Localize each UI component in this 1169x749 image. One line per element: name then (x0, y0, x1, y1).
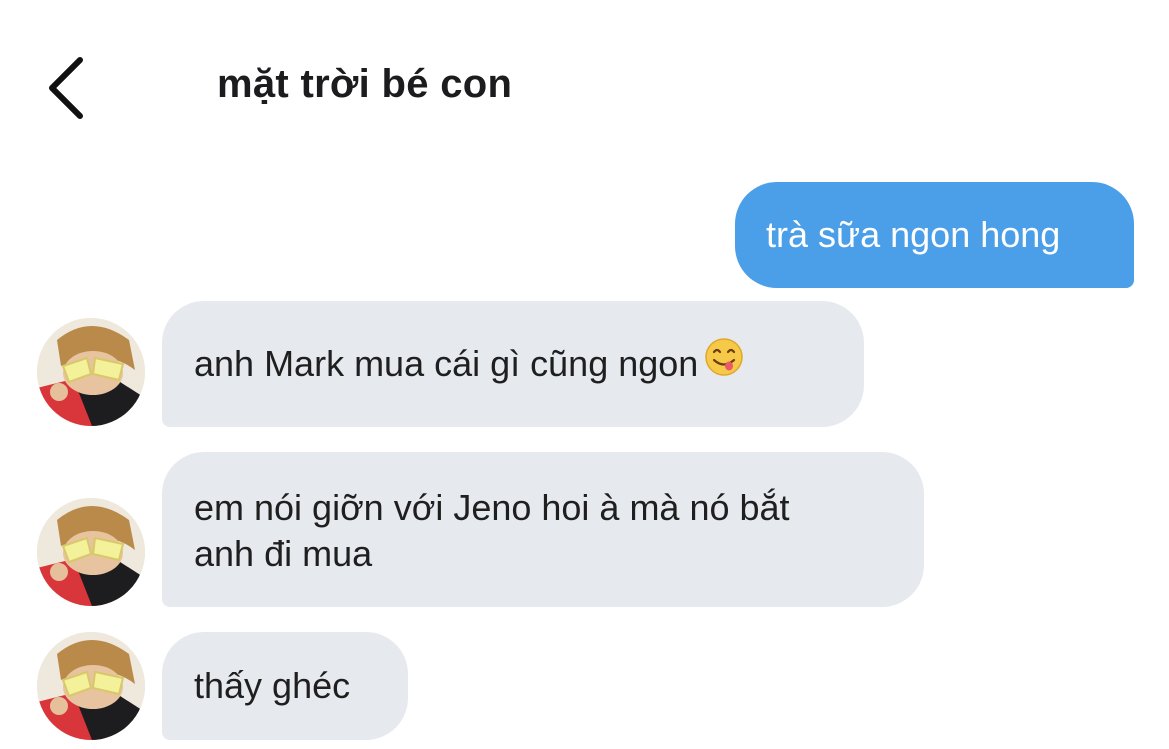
avatar[interactable] (37, 632, 145, 740)
chevron-left-icon (49, 57, 83, 119)
face-savoring-food-icon (704, 337, 744, 388)
chat-title: mặt trời bé con (217, 62, 513, 106)
chat-screen: mặt trời bé con trà sữa ngon hong anh Ma… (0, 0, 1169, 749)
chat-header: mặt trời bé con (0, 0, 1169, 160)
message-text: em nói giỡn với Jeno hoi à mà nó bắt anh… (194, 487, 790, 574)
incoming-message[interactable]: anh Mark mua cái gì cũng ngon (162, 301, 864, 427)
message-text: thấy ghéc (194, 665, 351, 706)
outgoing-message[interactable]: trà sữa ngon hong (735, 182, 1134, 288)
avatar[interactable] (37, 318, 145, 426)
incoming-message[interactable]: em nói giỡn với Jeno hoi à mà nó bắt anh… (162, 452, 924, 607)
message-text: anh Mark mua cái gì cũng ngon (194, 338, 832, 388)
incoming-message[interactable]: thấy ghéc (162, 632, 408, 740)
message-text: trà sữa ngon hong (766, 214, 1061, 255)
back-button[interactable] (38, 52, 98, 122)
avatar[interactable] (37, 498, 145, 606)
